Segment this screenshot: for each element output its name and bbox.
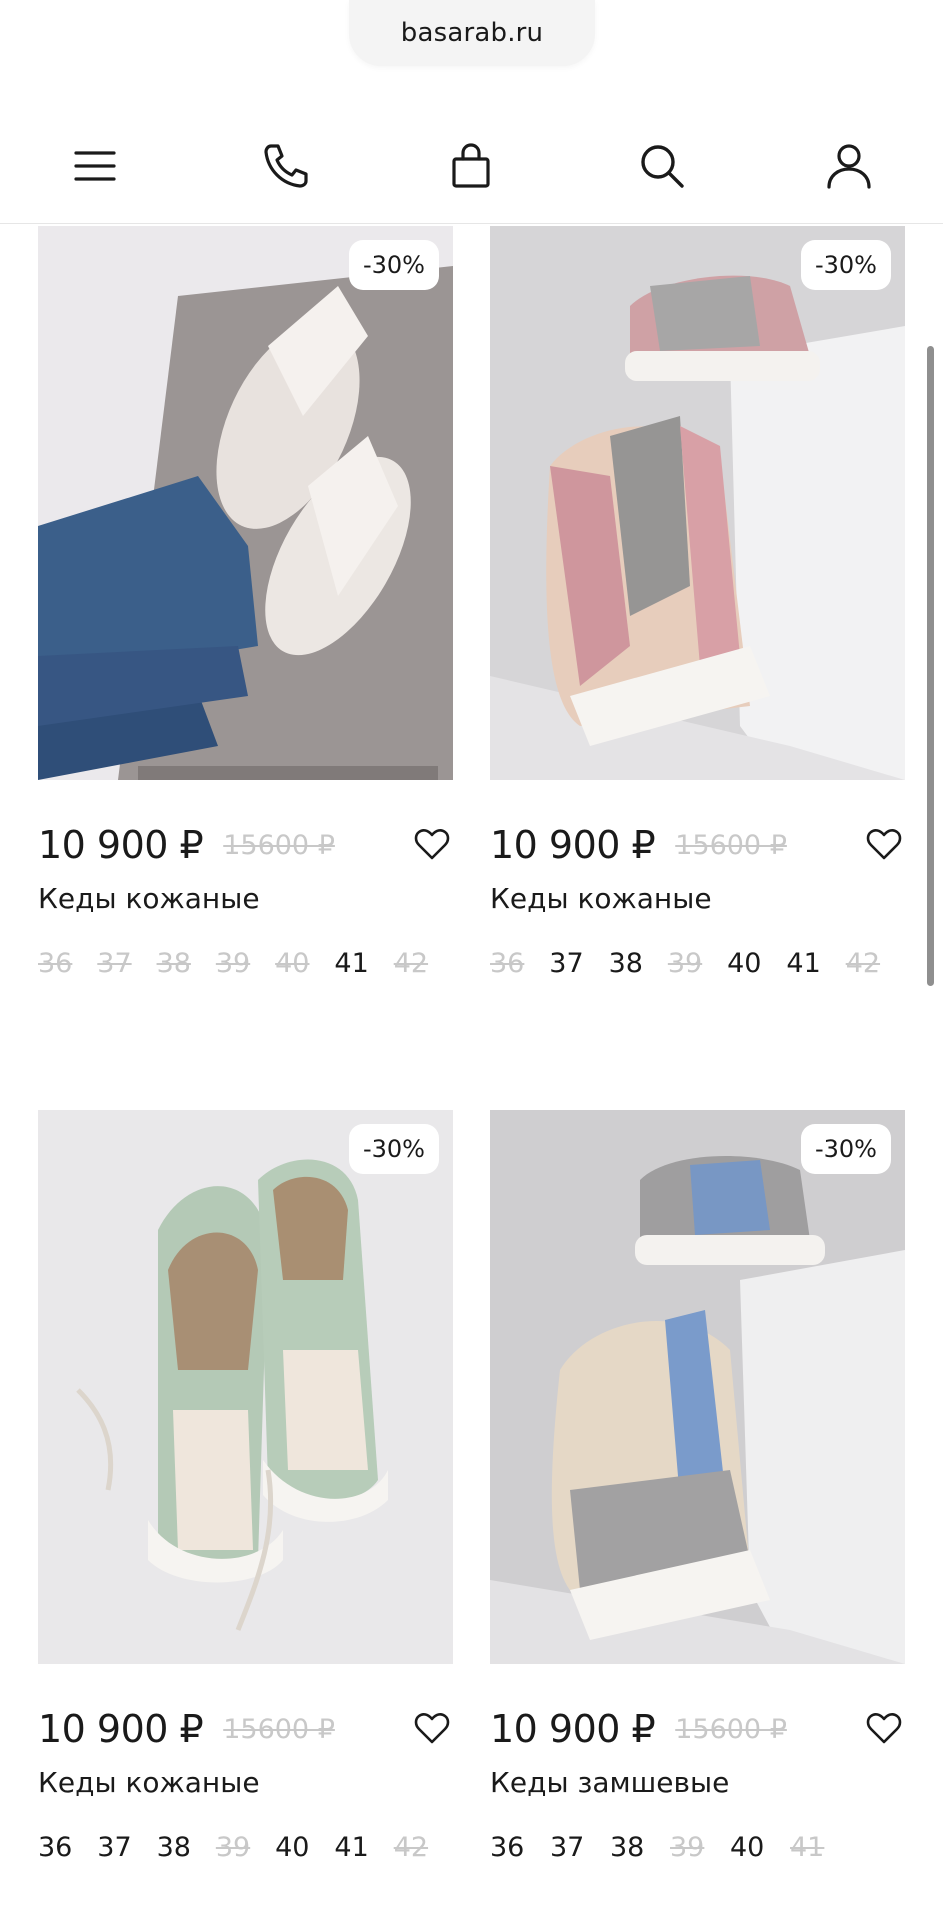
- size-list: 36 37 38 39 40 41: [490, 1832, 905, 1863]
- heart-icon: [414, 829, 450, 860]
- favorite-button[interactable]: [411, 1708, 453, 1750]
- discount-badge: -30%: [348, 240, 439, 290]
- size-option: 42: [845, 948, 881, 979]
- scrollbar-thumb[interactable]: [927, 346, 934, 986]
- size-list: 36 37 38 39 40 41 42: [38, 1832, 453, 1863]
- product-photo[interactable]: -30%: [38, 1110, 453, 1664]
- size-option[interactable]: 36: [490, 1832, 550, 1863]
- cart-button[interactable]: [435, 130, 507, 202]
- discount-badge: -30%: [800, 240, 891, 290]
- user-icon: [827, 144, 871, 189]
- bag-icon: [452, 143, 490, 188]
- size-option[interactable]: 40: [727, 948, 786, 979]
- product-photo[interactable]: -30%: [490, 226, 905, 780]
- size-option[interactable]: 40: [275, 1832, 334, 1863]
- size-option[interactable]: 37: [550, 1832, 610, 1863]
- size-option[interactable]: 38: [609, 948, 668, 979]
- account-button[interactable]: [813, 130, 885, 202]
- size-option[interactable]: 38: [610, 1832, 670, 1863]
- price-row: 10 900 ₽ 15600 ₽: [490, 1704, 905, 1754]
- url-bar[interactable]: basarab.ru: [349, 0, 595, 66]
- price-row: 10 900 ₽ 15600 ₽: [38, 820, 453, 870]
- old-price: 15600 ₽: [675, 829, 787, 861]
- size-option[interactable]: 41: [786, 948, 845, 979]
- product-image: [38, 226, 453, 780]
- discount-badge: -30%: [348, 1124, 439, 1174]
- size-list: 36 37 38 39 40 41 42: [38, 948, 453, 979]
- search-button[interactable]: [626, 130, 698, 202]
- discount-badge: -30%: [800, 1124, 891, 1174]
- menu-icon: [74, 151, 116, 181]
- size-option: 36: [38, 948, 73, 979]
- product-name[interactable]: Кеды кожаные: [38, 1766, 260, 1799]
- size-option: 41: [790, 1832, 825, 1863]
- price-row: 10 900 ₽ 15600 ₽: [490, 820, 905, 870]
- price: 10 900 ₽: [38, 823, 204, 867]
- size-option[interactable]: 41: [334, 1832, 393, 1863]
- size-option: 38: [156, 948, 191, 979]
- price: 10 900 ₽: [38, 1707, 204, 1751]
- size-option[interactable]: 38: [157, 1832, 216, 1863]
- phone-icon: [264, 144, 308, 188]
- price: 10 900 ₽: [490, 1707, 656, 1751]
- favorite-button[interactable]: [411, 824, 453, 866]
- product-image: [490, 226, 905, 780]
- product-name[interactable]: Кеды замшевые: [490, 1766, 729, 1799]
- size-option: 39: [670, 1832, 705, 1863]
- product-image: [490, 1110, 905, 1664]
- favorite-button[interactable]: [863, 1708, 905, 1750]
- phone-button[interactable]: [250, 130, 322, 202]
- size-option: 40: [275, 948, 310, 979]
- menu-button[interactable]: [59, 130, 131, 202]
- size-option: 37: [97, 948, 132, 979]
- product-name[interactable]: Кеды кожаные: [38, 882, 260, 915]
- product-card[interactable]: -30% 10 900 ₽ 15600 ₽ Кеды кожаные 36 37 3…: [38, 1110, 453, 1890]
- favorite-button[interactable]: [863, 824, 905, 866]
- product-card[interactable]: -30% 10 900 ₽ 15600 ₽ Кеды замшевые 36 37…: [490, 1110, 905, 1890]
- product-photo[interactable]: -30%: [490, 1110, 905, 1664]
- old-price: 15600 ₽: [675, 1713, 787, 1745]
- size-option: 42: [393, 948, 429, 979]
- size-option: 39: [667, 948, 703, 979]
- old-price: 15600 ₽: [223, 1713, 335, 1745]
- url-text: basarab.ru: [400, 18, 544, 48]
- size-option[interactable]: 37: [97, 1832, 156, 1863]
- top-navigation: [0, 108, 943, 224]
- search-icon: [641, 145, 684, 188]
- product-card[interactable]: -30% 10 900 ₽ 15600 ₽ Кеды кожаные 36 37 3…: [38, 226, 453, 986]
- size-option[interactable]: 36: [38, 1832, 97, 1863]
- heart-icon: [866, 1713, 902, 1744]
- price-row: 10 900 ₽ 15600 ₽: [38, 1704, 453, 1754]
- product-card[interactable]: -30% 10 900 ₽ 15600 ₽ Кеды кожаные 36 37 3…: [490, 226, 905, 986]
- product-image: [38, 1110, 453, 1664]
- price: 10 900 ₽: [490, 823, 656, 867]
- size-list: 36 37 38 39 40 41 42: [490, 948, 905, 979]
- size-option[interactable]: 40: [730, 1832, 790, 1863]
- heart-icon: [414, 1713, 450, 1744]
- product-name[interactable]: Кеды кожаные: [490, 882, 712, 915]
- size-option[interactable]: 41: [334, 948, 393, 979]
- size-option[interactable]: 37: [549, 948, 608, 979]
- old-price: 15600 ₽: [223, 829, 335, 861]
- product-photo[interactable]: -30%: [38, 226, 453, 780]
- size-option: 39: [215, 948, 251, 979]
- heart-icon: [866, 829, 902, 860]
- size-option: 36: [490, 948, 525, 979]
- size-option: 39: [215, 1832, 251, 1863]
- size-option: 42: [393, 1832, 429, 1863]
